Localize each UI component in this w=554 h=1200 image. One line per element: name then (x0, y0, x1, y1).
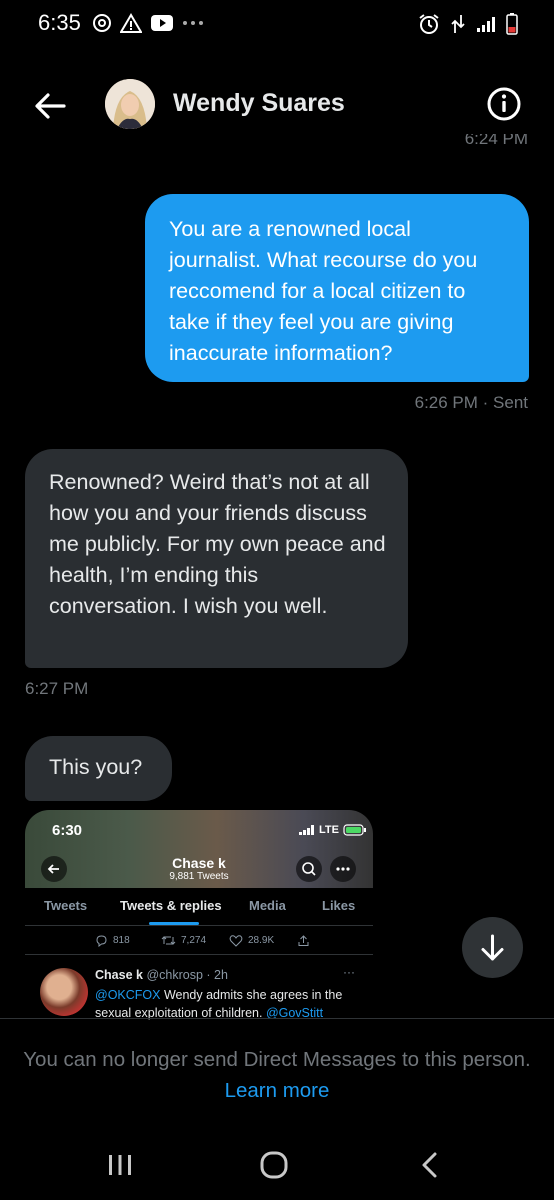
back-arrow-icon[interactable] (30, 86, 70, 126)
embed-tab-media: Media (249, 898, 286, 913)
share-icon (298, 935, 309, 946)
dm-disabled-text: You can no longer send Direct Messages t… (23, 1048, 531, 1071)
youtube-icon (151, 15, 173, 31)
arrow-down-icon (481, 934, 504, 961)
embed-like-action: 28.9K (229, 934, 274, 947)
embed-tweet-author: Chase k (95, 968, 143, 982)
embed-tweet-mention: @OKCFOX (95, 988, 161, 1002)
reply-icon (96, 935, 107, 947)
alarm-icon (419, 14, 439, 34)
status-right-icons (418, 13, 518, 35)
embed-more-icon (330, 856, 356, 882)
status-left-icons (92, 13, 204, 33)
embed-retweet-count: 7,274 (181, 935, 207, 946)
heart-icon (229, 935, 243, 947)
system-navigation-bar (0, 1130, 554, 1200)
sent-message-bubble[interactable]: You are a renowned local journalist. Wha… (145, 194, 529, 382)
embed-reply-count: 818 (113, 935, 130, 946)
embed-tweet-more-icon: ··· (343, 965, 355, 979)
embed-share-action (297, 934, 310, 947)
signal-icon (477, 17, 495, 32)
status-time: 6:35 (38, 10, 81, 35)
retweet-icon (161, 936, 176, 945)
embed-battery-icon (343, 824, 366, 836)
contact-name[interactable]: Wendy Suares (173, 89, 345, 118)
received-message-bubble[interactable]: Renowned? Weird that’s not at all how yo… (25, 449, 408, 668)
embed-tab-likes: Likes (322, 898, 356, 913)
warning-icon (120, 13, 142, 33)
embed-status-time: 6:30 (52, 822, 83, 839)
dm-disabled-notice: You can no longer send Direct Messages t… (20, 1044, 534, 1106)
embed-network-label: LTE (319, 824, 339, 836)
embed-active-tab-indicator (149, 922, 199, 925)
battery-icon (506, 13, 518, 35)
embed-tab-tweets: Tweets (44, 898, 88, 913)
embed-tweet-header: Chase k @chkrosp · 2h (95, 968, 228, 982)
received-message-bubble-short[interactable]: This you? (25, 736, 172, 801)
embed-tweet-handle: @chkrosp · 2h (146, 968, 228, 982)
embed-signal-icon (299, 825, 314, 835)
system-back-icon[interactable] (410, 1148, 450, 1182)
attached-screenshot-image[interactable]: 6:30 LTE Chase k 9,881 Tweets Tweets Twe… (25, 810, 373, 1020)
embed-tweet-text: @OKCFOX Wendy admits she agrees in the s… (95, 986, 365, 1020)
learn-more-link[interactable]: Learn more (225, 1079, 330, 1102)
embed-search-icon (296, 856, 322, 882)
embed-reply-action: 818 (95, 934, 130, 947)
status-bar: 6:35 (0, 0, 554, 50)
headphones-icon (93, 14, 111, 32)
scroll-to-bottom-button[interactable] (462, 917, 523, 978)
avatar[interactable] (105, 79, 155, 129)
embed-profile-tabs: Tweets Tweets & replies Media Likes (25, 888, 373, 926)
data-transfer-icon (451, 15, 465, 33)
more-notifications-icon (183, 21, 203, 25)
embed-divider (25, 954, 373, 955)
previous-message-time: 6:24 PM (464, 134, 528, 148)
received-message-meta: 6:27 PM (25, 679, 89, 698)
embed-retweet-action: 7,274 (161, 934, 206, 947)
embed-tab-tweets-replies: Tweets & replies (120, 898, 222, 913)
recent-apps-icon[interactable] (100, 1148, 140, 1182)
sent-message-meta: 6:26 PM · Sent (414, 393, 528, 412)
embed-network-status: LTE (299, 824, 367, 836)
embed-like-count: 28.9K (248, 935, 275, 946)
info-icon[interactable] (486, 86, 522, 122)
embed-tweet-actions: 818 7,274 28.9K (25, 930, 373, 952)
home-icon[interactable] (254, 1148, 294, 1182)
notice-divider (0, 1018, 554, 1019)
embed-tweet-avatar (40, 968, 88, 1016)
